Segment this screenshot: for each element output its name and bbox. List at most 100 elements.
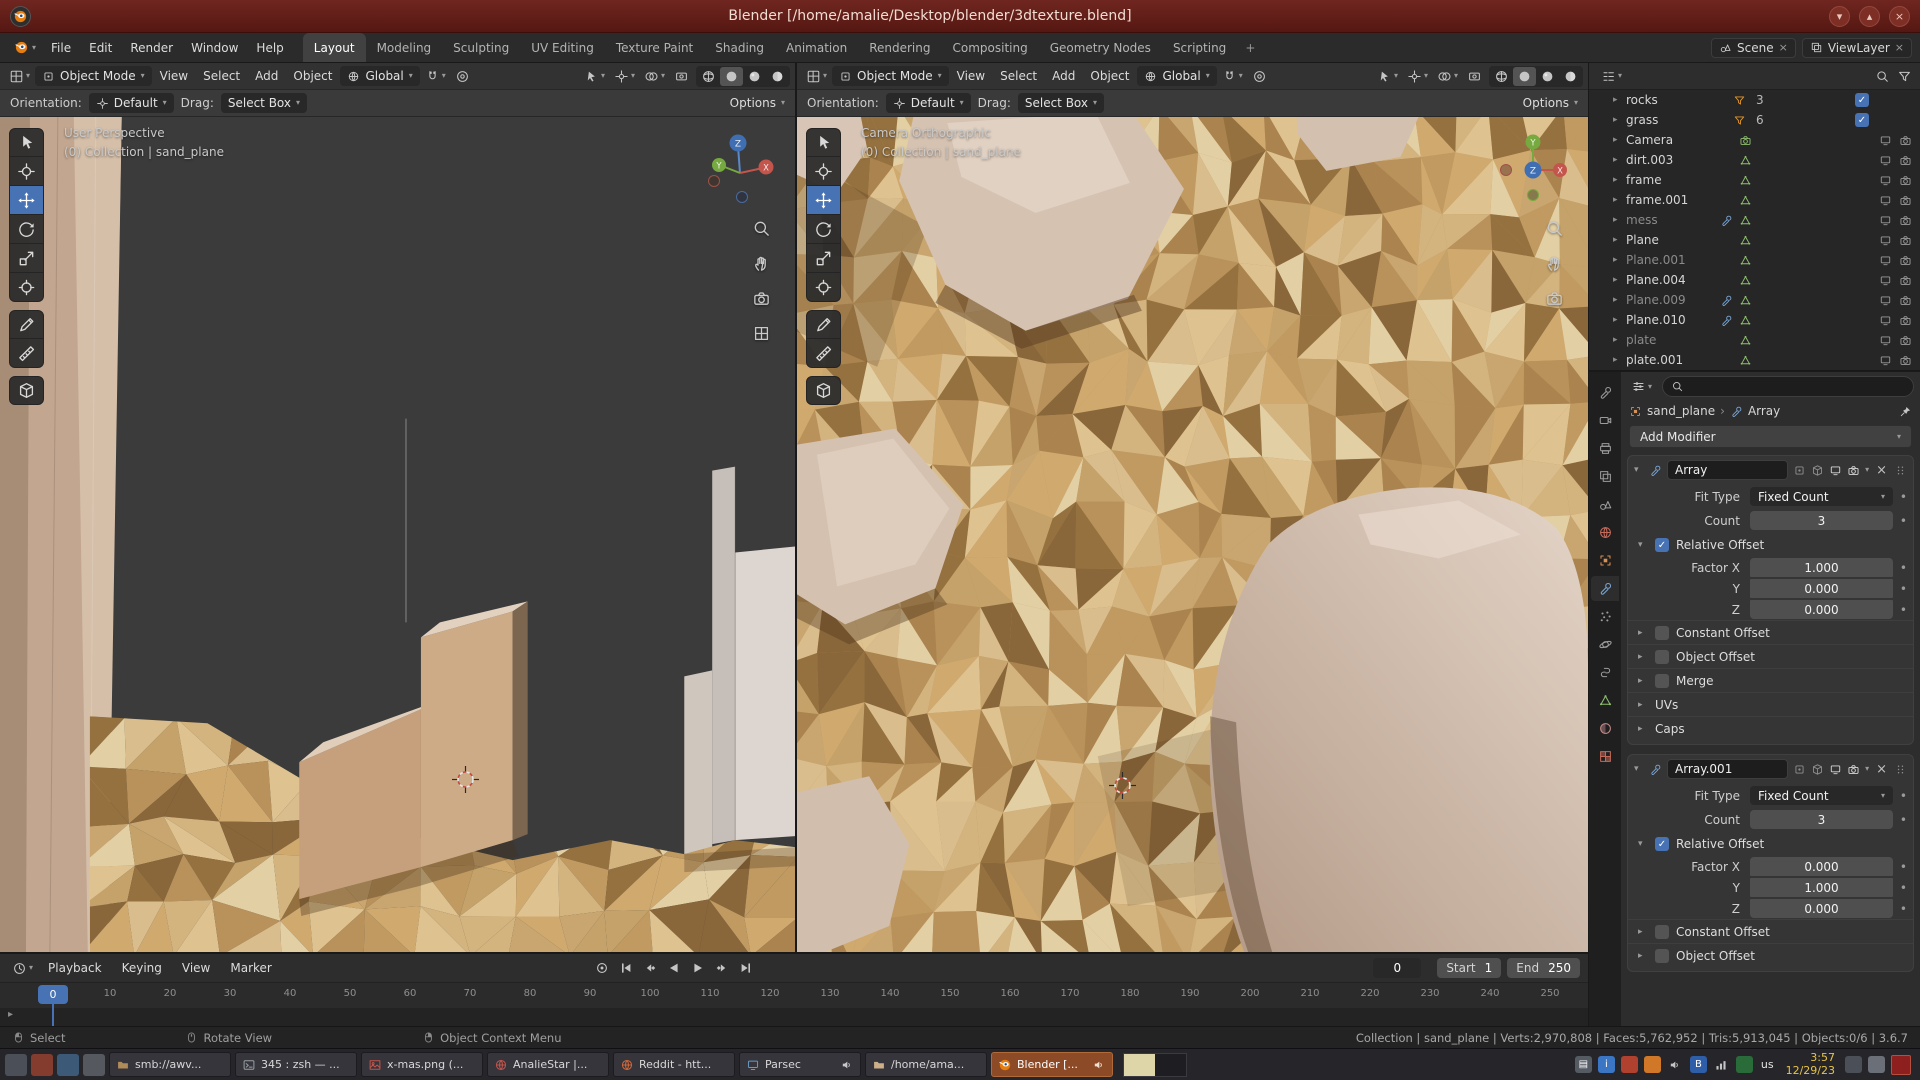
expand-arrow-icon[interactable]: ▸: [1613, 255, 1626, 265]
pan-hand-icon[interactable]: [752, 254, 771, 276]
show-on-cage-toggle[interactable]: [1793, 464, 1806, 477]
expand-arrow-icon[interactable]: ▸: [1613, 135, 1626, 145]
tool-transform[interactable]: [806, 273, 841, 302]
playhead-line[interactable]: [52, 1008, 54, 1026]
modifier-extras-icon[interactable]: ▾: [1865, 466, 1869, 474]
menu-edit[interactable]: Edit: [80, 37, 121, 59]
show-render-toggle[interactable]: [1847, 763, 1860, 776]
drag-dropdown[interactable]: Select Box▾: [1018, 93, 1104, 113]
constant-offset-checkbox[interactable]: [1655, 925, 1669, 939]
relative-offset-checkbox[interactable]: ✓: [1655, 837, 1669, 851]
keyboard-layout-indicator[interactable]: us: [1761, 1058, 1774, 1071]
animate-dot-icon[interactable]: •: [1900, 789, 1907, 803]
menu-view[interactable]: View: [153, 66, 195, 86]
tool-annotate[interactable]: [806, 310, 841, 339]
options-button[interactable]: Options▾: [730, 96, 785, 110]
menu-add[interactable]: Add: [248, 66, 285, 86]
play-reverse-button[interactable]: [663, 957, 685, 979]
tab-geometry-nodes[interactable]: Geometry Nodes: [1039, 33, 1162, 62]
outliner-row-plane010[interactable]: ▸ Plane.010: [1589, 310, 1920, 330]
menu-render[interactable]: Render: [121, 37, 182, 59]
workspace-pager[interactable]: [1123, 1053, 1187, 1077]
tab-scene[interactable]: [1591, 492, 1619, 517]
xray-toggle[interactable]: [1463, 66, 1486, 87]
outliner-row-plate[interactable]: ▸ plate: [1589, 330, 1920, 350]
tool-cursor[interactable]: [806, 157, 841, 186]
object-offset-section[interactable]: ▸ Object Offset: [1628, 644, 1913, 668]
tool-annotate[interactable]: [9, 310, 44, 339]
add-workspace-button[interactable]: +: [1237, 33, 1263, 62]
tool-measure[interactable]: [9, 339, 44, 368]
tab-modeling[interactable]: Modeling: [366, 33, 443, 62]
modifier-name-field[interactable]: Array: [1667, 460, 1788, 480]
shading-material-button[interactable]: [743, 67, 766, 86]
window-close-button[interactable]: ×: [1889, 6, 1910, 27]
timeline-editor-type-button[interactable]: ▾: [8, 958, 37, 979]
menu-marker[interactable]: Marker: [221, 957, 280, 979]
tray-firewall-icon[interactable]: [1644, 1056, 1661, 1073]
taskbar-window-xmas-png[interactable]: x-mas.png (...: [361, 1052, 483, 1077]
animate-dot-icon[interactable]: •: [1900, 490, 1907, 504]
editor-type-button[interactable]: ▾: [5, 66, 34, 87]
shading-wireframe-button[interactable]: [1490, 67, 1513, 86]
animate-dot-icon[interactable]: •: [1900, 860, 1907, 874]
outliner-row-rocks[interactable]: ▸ rocks 3 ✓: [1589, 90, 1920, 110]
expand-arrow-icon[interactable]: ▸: [1613, 95, 1626, 105]
menu-view[interactable]: View: [173, 957, 219, 979]
tray-volume-icon[interactable]: [1667, 1056, 1684, 1073]
animate-dot-icon[interactable]: •: [1900, 902, 1907, 916]
hide-render-toggle[interactable]: [1899, 154, 1912, 167]
shading-rendered-button[interactable]: [766, 67, 789, 86]
tab-animation[interactable]: Animation: [775, 33, 858, 62]
animate-dot-icon[interactable]: •: [1900, 514, 1907, 528]
outliner-row-plane004[interactable]: ▸ Plane.004: [1589, 270, 1920, 290]
ortho-toggle-icon[interactable]: [752, 324, 771, 346]
merge-section[interactable]: ▸ Merge: [1628, 668, 1913, 692]
expand-arrow-icon[interactable]: ▸: [1613, 115, 1626, 125]
jump-to-start-button[interactable]: [615, 957, 637, 979]
taskbar-window-smb[interactable]: smb://awv...: [109, 1052, 231, 1077]
animate-dot-icon[interactable]: •: [1900, 582, 1907, 596]
outliner-row-plane009[interactable]: ▸ Plane.009: [1589, 290, 1920, 310]
navigation-gizmo[interactable]: Y Z X: [1492, 129, 1574, 211]
menu-object[interactable]: Object: [286, 66, 339, 86]
modifier-name-field[interactable]: Array.001: [1667, 759, 1788, 779]
hide-viewport-toggle[interactable]: [1879, 194, 1892, 207]
expand-arrow-icon[interactable]: ▸: [1613, 315, 1626, 325]
outliner-row-mess[interactable]: ▸ mess: [1589, 210, 1920, 230]
camera-view-icon[interactable]: [1545, 289, 1564, 311]
tab-physics[interactable]: [1591, 632, 1619, 657]
hide-viewport-toggle[interactable]: [1879, 294, 1892, 307]
outliner-row-camera[interactable]: ▸ Camera: [1589, 130, 1920, 150]
tray-misc-icon-2[interactable]: [1868, 1056, 1885, 1073]
launcher-icon-4[interactable]: [83, 1054, 105, 1076]
factor-x-field[interactable]: 1.000: [1750, 558, 1893, 577]
timeline-ruler[interactable]: 10 20 30 40 50 60 70 80 90 100 110 120 1…: [0, 982, 1588, 1008]
window-shade-button[interactable]: ▾: [1829, 6, 1850, 27]
show-realtime-toggle[interactable]: [1829, 763, 1842, 776]
menu-object[interactable]: Object: [1083, 66, 1136, 86]
taskbar-window-analiestar[interactable]: AnalieStar |...: [487, 1052, 609, 1077]
object-offset-checkbox[interactable]: [1655, 650, 1669, 664]
show-render-toggle[interactable]: [1847, 464, 1860, 477]
outliner-row-frame001[interactable]: ▸ frame.001: [1589, 190, 1920, 210]
overlays-button[interactable]: ▾: [640, 66, 669, 87]
constant-offset-checkbox[interactable]: [1655, 626, 1669, 640]
hide-render-toggle[interactable]: [1899, 274, 1912, 287]
taskbar-window-reddit[interactable]: Reddit - htt...: [613, 1052, 735, 1077]
menu-select[interactable]: Select: [196, 66, 247, 86]
viewport-3d-canvas[interactable]: Camera Orthographic (0) Collection | san…: [797, 117, 1588, 952]
tab-render[interactable]: [1591, 408, 1619, 433]
taskbar-window-zsh[interactable]: 345 : zsh — ...: [235, 1052, 357, 1077]
modifier-remove-icon[interactable]: ×: [1874, 463, 1889, 478]
hide-render-toggle[interactable]: [1899, 134, 1912, 147]
tool-move[interactable]: [9, 186, 44, 215]
hide-viewport-toggle[interactable]: [1879, 214, 1892, 227]
shading-solid-button[interactable]: [1513, 67, 1536, 86]
orientation-selector[interactable]: Global▾: [1137, 66, 1216, 86]
filter-icon[interactable]: [1897, 69, 1912, 84]
hide-viewport-toggle[interactable]: [1879, 154, 1892, 167]
caps-section[interactable]: ▸ Caps: [1628, 716, 1913, 740]
collapse-arrow-icon[interactable]: ▾: [1634, 465, 1644, 475]
hide-render-toggle[interactable]: [1899, 254, 1912, 267]
